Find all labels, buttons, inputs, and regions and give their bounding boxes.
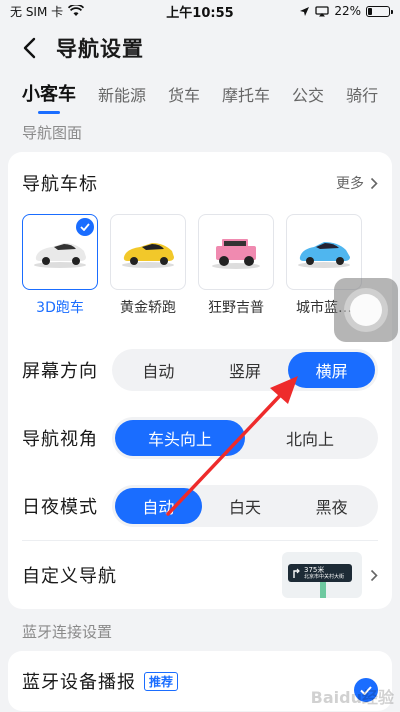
chevron-right-icon [370, 177, 378, 189]
car-thumbnail [110, 214, 186, 290]
car-thumbnail [198, 214, 274, 290]
orientation-segmented: 自动 竖屏 横屏 [112, 349, 378, 391]
day-night-row: 日夜模式 自动 白天 黑夜 [8, 472, 392, 540]
car-option-label: 狂野吉普 [208, 300, 264, 316]
day-night-label: 日夜模式 [22, 497, 98, 518]
wifi-icon [68, 5, 85, 16]
view-angle-segmented: 车头向上 北向上 [112, 417, 378, 459]
more-button[interactable]: 更多 [336, 173, 378, 193]
car-thumbnail [22, 214, 98, 290]
more-label: 更多 [336, 176, 364, 192]
watermark-text: Baidu经验 [310, 688, 394, 707]
day-night-option-night[interactable]: 黑夜 [288, 488, 375, 524]
section-map-label: 导航图面 [22, 124, 83, 142]
custom-nav-label: 自定义导航 [22, 566, 117, 587]
car-option-wild-jeep[interactable]: 狂野吉普 [198, 214, 274, 336]
tab-new-energy[interactable]: 新能源 [98, 74, 146, 106]
carrier-text: 无 SIM 卡 [10, 4, 64, 19]
screen-mirror-icon [315, 5, 329, 16]
orientation-option-portrait[interactable]: 竖屏 [202, 352, 289, 388]
back-arrow-icon[interactable] [18, 37, 40, 59]
vehicle-tabs: 小客车 新能源 货车 摩托车 公交 骑行 [0, 74, 400, 116]
orientation-option-landscape[interactable]: 横屏 [288, 352, 376, 388]
map-settings-card: 导航车标 更多 3D跑车 黄金轿跑 狂野吉普 城市蓝… 屏幕方向 自动 竖屏 横… [8, 152, 392, 609]
battery-percent: 22% [334, 4, 361, 18]
tab-cycling[interactable]: 骑行 [346, 74, 378, 106]
tab-bus[interactable]: 公交 [292, 74, 324, 106]
tab-car[interactable]: 小客车 [22, 74, 76, 106]
header: 导航设置 [0, 22, 400, 74]
preview-street: 北京市中关村大街 [304, 574, 345, 580]
car-icon-header: 导航车标 更多 [8, 152, 392, 214]
car-image [122, 243, 174, 268]
recommend-badge: 推荐 [144, 671, 179, 691]
preview-road [320, 582, 326, 598]
day-night-option-day[interactable]: 白天 [202, 488, 289, 524]
car-option-label: 3D跑车 [36, 300, 84, 316]
car-icon-title: 导航车标 [22, 174, 98, 195]
orientation-row: 屏幕方向 自动 竖屏 横屏 [8, 336, 392, 404]
car-option-label: 黄金轿跑 [120, 300, 176, 316]
day-night-option-auto[interactable]: 自动 [115, 488, 202, 524]
assistive-touch-button[interactable] [334, 278, 398, 342]
tab-truck[interactable]: 货车 [168, 74, 200, 106]
battery-icon [366, 5, 393, 17]
section-bluetooth-label: 蓝牙连接设置 [22, 623, 113, 641]
car-image [298, 242, 350, 268]
car-image [212, 239, 260, 269]
orientation-option-auto[interactable]: 自动 [115, 352, 202, 388]
car-option-3d-sports[interactable]: 3D跑车 [22, 214, 98, 336]
view-option-north-up[interactable]: 北向上 [245, 420, 375, 456]
tab-motorcycle[interactable]: 摩托车 [222, 74, 270, 106]
custom-nav-row[interactable]: 自定义导航 375米 北京市中关村大街 [8, 541, 392, 609]
day-night-segmented: 自动 白天 黑夜 [112, 485, 378, 527]
page-title: 导航设置 [56, 37, 144, 61]
turn-arrow-icon [293, 568, 300, 578]
check-icon [76, 218, 94, 236]
status-bar: 无 SIM 卡 上午10:55 22% [0, 0, 400, 22]
chevron-right-icon [370, 569, 378, 581]
view-angle-row: 导航视角 车头向上 北向上 [8, 404, 392, 472]
view-option-heading-up[interactable]: 车头向上 [115, 420, 245, 456]
view-angle-label: 导航视角 [22, 429, 98, 450]
bluetooth-broadcast-label: 蓝牙设备播报 [22, 672, 136, 693]
preview-distance: 375米 [304, 566, 325, 574]
orientation-label: 屏幕方向 [22, 361, 98, 382]
nav-preview-thumbnail: 375米 北京市中关村大街 [282, 552, 362, 598]
location-arrow-icon [300, 6, 310, 16]
car-image [34, 243, 86, 268]
car-option-gold-coupe[interactable]: 黄金轿跑 [110, 214, 186, 336]
